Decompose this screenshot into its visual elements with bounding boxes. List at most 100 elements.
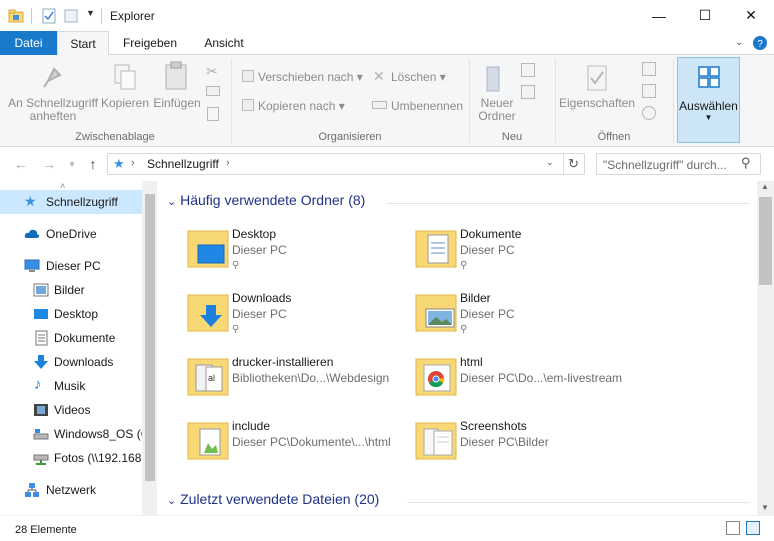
documents-icon	[35, 330, 48, 346]
tab-share[interactable]: Freigeben	[112, 31, 188, 55]
title-bar: ▼ Explorer — ☐ ✕	[0, 0, 774, 31]
up-arrow-icon[interactable]: ↑	[84, 155, 102, 173]
downloads-folder-icon	[187, 294, 229, 332]
search-input[interactable]: "Schnellzugriff" durch... ⚲	[596, 153, 761, 175]
folder-tile[interactable]: html Dieser PC\Do...\em-livestream	[414, 353, 634, 413]
paste-shortcut-icon[interactable]	[207, 107, 219, 121]
copy-button[interactable]: Kopieren	[100, 97, 150, 110]
computer-icon	[24, 259, 40, 272]
select-label: Auswählen	[679, 99, 738, 113]
new-group-label: Neu	[501, 131, 523, 143]
nav-item-network[interactable]: Netzwerk	[0, 478, 142, 502]
folder-tile[interactable]: al drucker-installieren Bibliotheken\Do.…	[186, 353, 406, 413]
nav-item-quick-access[interactable]: ★ Schnellzugriff	[0, 190, 142, 214]
properties-check-icon[interactable]	[41, 8, 57, 24]
properties-button[interactable]: Eigenschaften	[558, 97, 636, 110]
select-button[interactable]: Auswählen ▼	[677, 57, 740, 143]
tab-file[interactable]: Datei	[0, 31, 57, 55]
copy-to-icon	[242, 99, 254, 111]
folder-icon[interactable]	[8, 8, 24, 24]
forward-arrow-icon[interactable]: →	[40, 155, 58, 173]
new-folder-button[interactable]: Neuer Ordner	[472, 97, 522, 123]
frequent-folders-header[interactable]: ⌄ Häufig verwendete Ordner (8)	[167, 192, 365, 208]
easy-access-icon[interactable]	[521, 85, 535, 99]
divider	[673, 59, 674, 143]
new-item-icon[interactable]	[521, 63, 535, 77]
copy-to-button[interactable]: Kopieren nach ▾	[258, 99, 345, 113]
status-bar: 28 Elemente	[0, 515, 774, 541]
folder-tile[interactable]: Screenshots Dieser PC\Bilder	[414, 417, 634, 477]
cut-icon[interactable]: ✂	[206, 63, 218, 80]
nav-item-pictures[interactable]: Bilder	[0, 278, 142, 302]
network-drive-icon	[33, 454, 49, 465]
folder-tile[interactable]: Bilder Dieser PC ⚲	[414, 289, 634, 349]
minimize-button[interactable]: —	[636, 0, 682, 31]
nav-item-this-pc[interactable]: Dieser PC	[0, 254, 142, 278]
open-group-label: Öffnen	[597, 131, 631, 143]
ribbon: An Schnellzugriff anheften Kopieren Einfü…	[0, 55, 774, 147]
address-dropdown-icon[interactable]: ⌄	[546, 157, 554, 168]
divider	[31, 8, 32, 24]
rename-button[interactable]: Umbenennen	[391, 99, 463, 113]
nav-item-downloads[interactable]: Downloads	[0, 350, 142, 374]
search-placeholder: "Schnellzugriff" durch...	[603, 158, 727, 172]
tab-view[interactable]: Ansicht	[192, 31, 256, 55]
chevron-right-icon[interactable]: ›	[226, 157, 230, 169]
nav-item-desktop[interactable]: Desktop	[0, 302, 142, 326]
new-folder-icon	[486, 66, 500, 92]
edit-icon[interactable]	[642, 84, 656, 98]
refresh-icon[interactable]: ↻	[568, 156, 579, 172]
tiles-view-icon[interactable]	[746, 521, 760, 535]
scroll-down-icon[interactable]: ▼	[761, 503, 769, 512]
move-to-icon	[242, 70, 254, 82]
help-icon[interactable]: ?	[752, 35, 768, 51]
scroll-up-icon[interactable]: ▲	[761, 182, 769, 191]
drive-icon	[33, 429, 49, 440]
move-to-button[interactable]: Verschieben nach ▾	[258, 70, 363, 84]
new-folder-quick-icon[interactable]	[63, 8, 79, 24]
open-icon[interactable]	[642, 62, 656, 76]
folder-tile[interactable]: Downloads Dieser PC ⚲	[186, 289, 406, 349]
folder-tile[interactable]: Desktop Dieser PC ⚲	[186, 225, 406, 285]
maximize-button[interactable]: ☐	[682, 0, 728, 31]
quick-access-dropdown-icon[interactable]: ▼	[86, 8, 95, 18]
divider	[407, 502, 749, 503]
address-path[interactable]: Schnellzugriff	[147, 157, 219, 171]
select-dropdown-icon: ▼	[704, 113, 713, 122]
search-icon[interactable]: ⚲	[741, 155, 751, 171]
paste-button[interactable]: Einfügen	[150, 97, 204, 110]
tab-start[interactable]: Start	[57, 31, 109, 56]
properties-icon	[587, 65, 607, 91]
navigation-scrollbar-thumb[interactable]	[145, 194, 155, 481]
select-grid-icon	[698, 66, 720, 88]
content-scrollbar-thumb[interactable]	[759, 197, 772, 285]
folder-tile[interactable]: Dokumente Dieser PC ⚲	[414, 225, 634, 285]
nav-item-drive-c[interactable]: Windows8_OS (C	[0, 422, 142, 446]
details-view-icon[interactable]	[726, 521, 740, 535]
desktop-folder-icon	[187, 230, 229, 268]
nav-item-music[interactable]: ♪ Musik	[0, 374, 142, 398]
address-field[interactable]: ★ › Schnellzugriff › ⌄ ↻	[107, 153, 585, 175]
divider	[563, 154, 564, 174]
pin-quick-access-button[interactable]: An Schnellzugriff anheften	[6, 97, 100, 123]
nav-item-videos[interactable]: Videos	[0, 398, 142, 422]
nav-item-network-drive[interactable]: Fotos (\\192.168	[0, 446, 142, 470]
video-icon	[34, 404, 48, 416]
folder-tile[interactable]: include Dieser PC\Dokumente\...\html	[186, 417, 406, 477]
copy-path-icon[interactable]	[206, 86, 220, 96]
ribbon-collapse-icon[interactable]: ⌄	[735, 37, 743, 48]
chevron-right-icon[interactable]: ›	[131, 157, 135, 169]
close-button[interactable]: ✕	[728, 0, 774, 31]
back-arrow-icon[interactable]: ←	[12, 155, 30, 173]
nav-item-onedrive[interactable]: OneDrive	[0, 222, 142, 246]
nav-item-documents[interactable]: Dokumente	[0, 326, 142, 350]
recent-files-header[interactable]: ⌄ Zuletzt verwendete Dateien (20)	[167, 491, 379, 507]
delete-button[interactable]: Löschen ▾	[391, 70, 446, 84]
history-icon[interactable]	[642, 106, 656, 120]
desktop-icon	[34, 309, 48, 319]
folder-with-images-icon: al	[187, 358, 229, 396]
pin-icon	[43, 67, 62, 88]
recent-locations-icon[interactable]: ▾	[63, 155, 81, 173]
organize-group-label: Organisieren	[318, 131, 382, 143]
pin-icon: ⚲	[460, 324, 468, 335]
